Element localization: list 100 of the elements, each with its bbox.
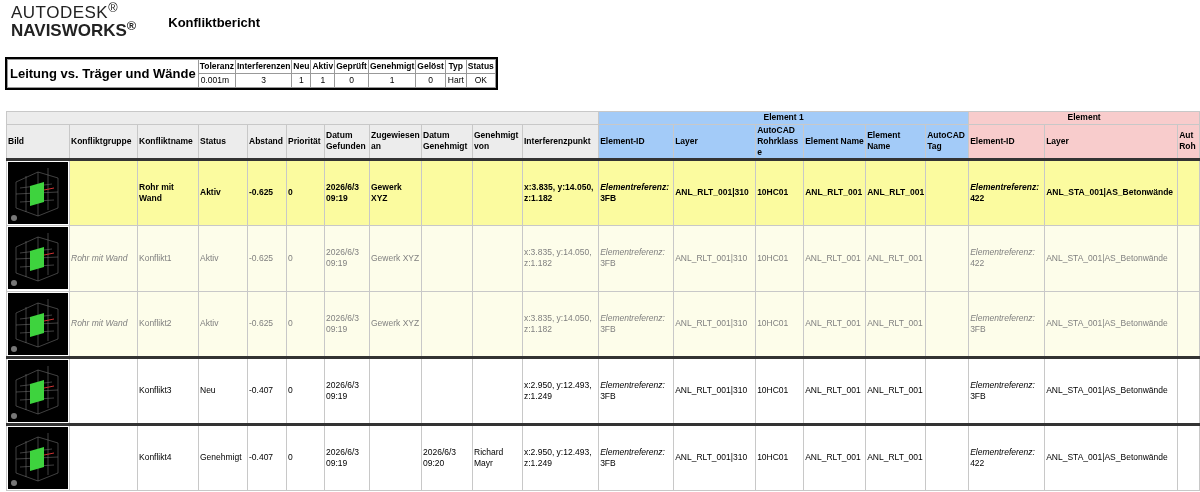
column-header: Element-ID — [968, 124, 1045, 159]
column-header: Status — [198, 124, 248, 159]
table-cell: ANL_STA_001|AS_Betonwände — [1046, 318, 1168, 328]
navisworks-logo-text: NAVISWORKS$^{®}$ — [11, 22, 137, 40]
summary-header: Genehmigt — [368, 59, 416, 74]
table-cell: Aktiv — [200, 318, 219, 328]
table-cell: x:3.835, y:14.050, z:1.182 — [524, 312, 592, 334]
table-cell: 2026/6/3 09:20 — [423, 446, 457, 468]
summary-header: Aktiv — [310, 59, 335, 74]
table-cell: -0.407 — [249, 452, 274, 462]
summary-header: Toleranz — [198, 59, 236, 74]
table-cell: 10HC01 — [757, 252, 789, 263]
table-cell: 10HC01 — [757, 318, 789, 328]
table-cell: 0 — [288, 187, 293, 197]
element-group-header: Element 1 — [598, 111, 969, 124]
table-cell: ANL_RLT_001 — [867, 452, 923, 462]
table-cell: ANL_RLT_001 — [867, 252, 923, 263]
element-reference: Elementreferenz: 3FB — [600, 181, 671, 204]
element-reference: Elementreferenz: 422 — [970, 446, 1036, 469]
table-cell: -0.625 — [249, 252, 274, 263]
table-cell: ANL_RLT_001 — [867, 318, 923, 328]
column-header: Layer — [1044, 124, 1178, 159]
table-cell: 10HC01 — [757, 452, 789, 462]
column-header: Element-ID — [598, 124, 674, 159]
table-cell: -0.625 — [249, 187, 274, 197]
table-cell: ANL_STA_001|AS_Betonwände — [1046, 452, 1168, 462]
summary-header: Neu — [291, 59, 311, 74]
report-title: Konfliktbericht — [168, 13, 260, 32]
column-header: Datum Gefunden — [324, 124, 370, 159]
column-header: Element Name — [803, 124, 866, 159]
table-cell: x:2.950, y:12.493, z:1.249 — [524, 379, 592, 401]
table-cell: Genehmigt — [200, 452, 242, 462]
column-header: Interferenzpunkt — [522, 124, 599, 159]
summary-header: Gelöst — [415, 59, 446, 74]
summary-header: Status — [466, 59, 496, 74]
summary-header: Typ — [445, 59, 467, 74]
summary-value: 0.001m — [198, 73, 236, 87]
summary-value: 3 — [235, 73, 292, 87]
column-header: AutoCAD Rohrklasse — [755, 124, 804, 159]
table-cell: Gewerk XYZ — [371, 252, 420, 263]
element-reference: Elementreferenz: 422 — [970, 181, 1041, 204]
summary-value: 0 — [415, 73, 446, 87]
clash-thumbnail-drawing — [8, 292, 68, 355]
table-cell: x:3.835, y:14.050, z:1.182 — [524, 181, 594, 203]
table-cell: Aktiv — [200, 252, 219, 263]
table-cell: ANL_RLT_001|310 — [675, 187, 749, 197]
table-cell: Neu — [200, 385, 216, 395]
table-cell: -0.625 — [249, 318, 274, 328]
table-cell: 10HC01 — [757, 385, 789, 395]
table-cell: Rohr mit Wand — [139, 181, 174, 203]
column-header: Datum Genehmigt — [421, 124, 473, 159]
clash-thumbnail-drawing — [8, 426, 68, 489]
column-header: Konfliktgruppe — [69, 124, 138, 159]
table-cell: ANL_RLT_001|310 — [675, 252, 748, 263]
summary-value: OK — [466, 73, 496, 87]
table-cell: Konflikt2 — [139, 318, 172, 328]
table-cell: Konflikt3 — [139, 385, 172, 395]
table-cell: ANL_STA_001|AS_Betonwände — [1046, 252, 1168, 263]
table-cell: Gewerk XYZ — [371, 181, 402, 203]
clash-thumbnail-drawing — [8, 161, 68, 224]
table-cell: 2026/6/3 09:19 — [326, 312, 360, 334]
table-cell: ANL_RLT_001 — [805, 318, 861, 328]
table-cell: ANL_RLT_001 — [805, 452, 861, 462]
summary-header: Geprüft — [334, 59, 369, 74]
table-cell: 2026/6/3 09:19 — [326, 379, 360, 401]
element-reference: Elementreferenz: 3FB — [970, 312, 1036, 335]
table-cell: Rohr mit Wand — [71, 318, 128, 328]
column-header: AutoCAD Tag — [925, 124, 969, 159]
table-cell: ANL_RLT_001 — [805, 252, 861, 263]
table-cell: x:2.950, y:12.493, z:1.249 — [524, 446, 592, 468]
table-cell: Konflikt1 — [139, 252, 172, 263]
table-cell: 0 — [288, 385, 293, 395]
element-reference: Elementreferenz: 3FB — [600, 379, 666, 402]
table-cell: ANL_RLT_001|310 — [675, 385, 748, 395]
element-group-header: Element — [968, 111, 1200, 124]
table-cell: ANL_RLT_001 — [867, 385, 923, 395]
table-cell: ANL_STA_001|AS_Betonwände — [1046, 187, 1174, 197]
table-cell: Richard Mayr — [474, 446, 504, 468]
column-header: Zugewiesen an — [369, 124, 422, 159]
table-cell: ANL_STA_001|AS_Betonwände — [1046, 385, 1168, 395]
table-cell: Rohr mit Wand — [71, 252, 128, 263]
clash-thumbnail-drawing — [8, 359, 68, 422]
element-reference: Elementreferenz: 422 — [970, 247, 1036, 269]
test-name: Leitung vs. Träger und Wände — [7, 59, 199, 87]
summary-value: Hart — [445, 73, 467, 87]
clash-thumbnail-drawing — [8, 227, 68, 289]
table-cell: ANL_RLT_001|310 — [675, 318, 748, 328]
table-cell: 2026/6/3 09:19 — [326, 247, 360, 268]
summary-value: 1 — [291, 73, 311, 87]
element-reference: Elementreferenz: 3FB — [970, 379, 1036, 402]
column-header: Genehmigt von — [472, 124, 523, 159]
element-reference: Elementreferenz: 3FB — [600, 247, 666, 269]
table-cell: ANL_RLT_001 — [805, 187, 863, 197]
summary-value: 0 — [334, 73, 369, 87]
table-cell: Aktiv — [200, 187, 221, 197]
table-cell: 2026/6/3 09:19 — [326, 446, 360, 468]
table-cell: Gewerk XYZ — [371, 318, 420, 328]
table-cell: -0.407 — [249, 385, 274, 395]
element-reference: Elementreferenz: 3FB — [600, 312, 666, 335]
summary-value: 1 — [368, 73, 416, 87]
